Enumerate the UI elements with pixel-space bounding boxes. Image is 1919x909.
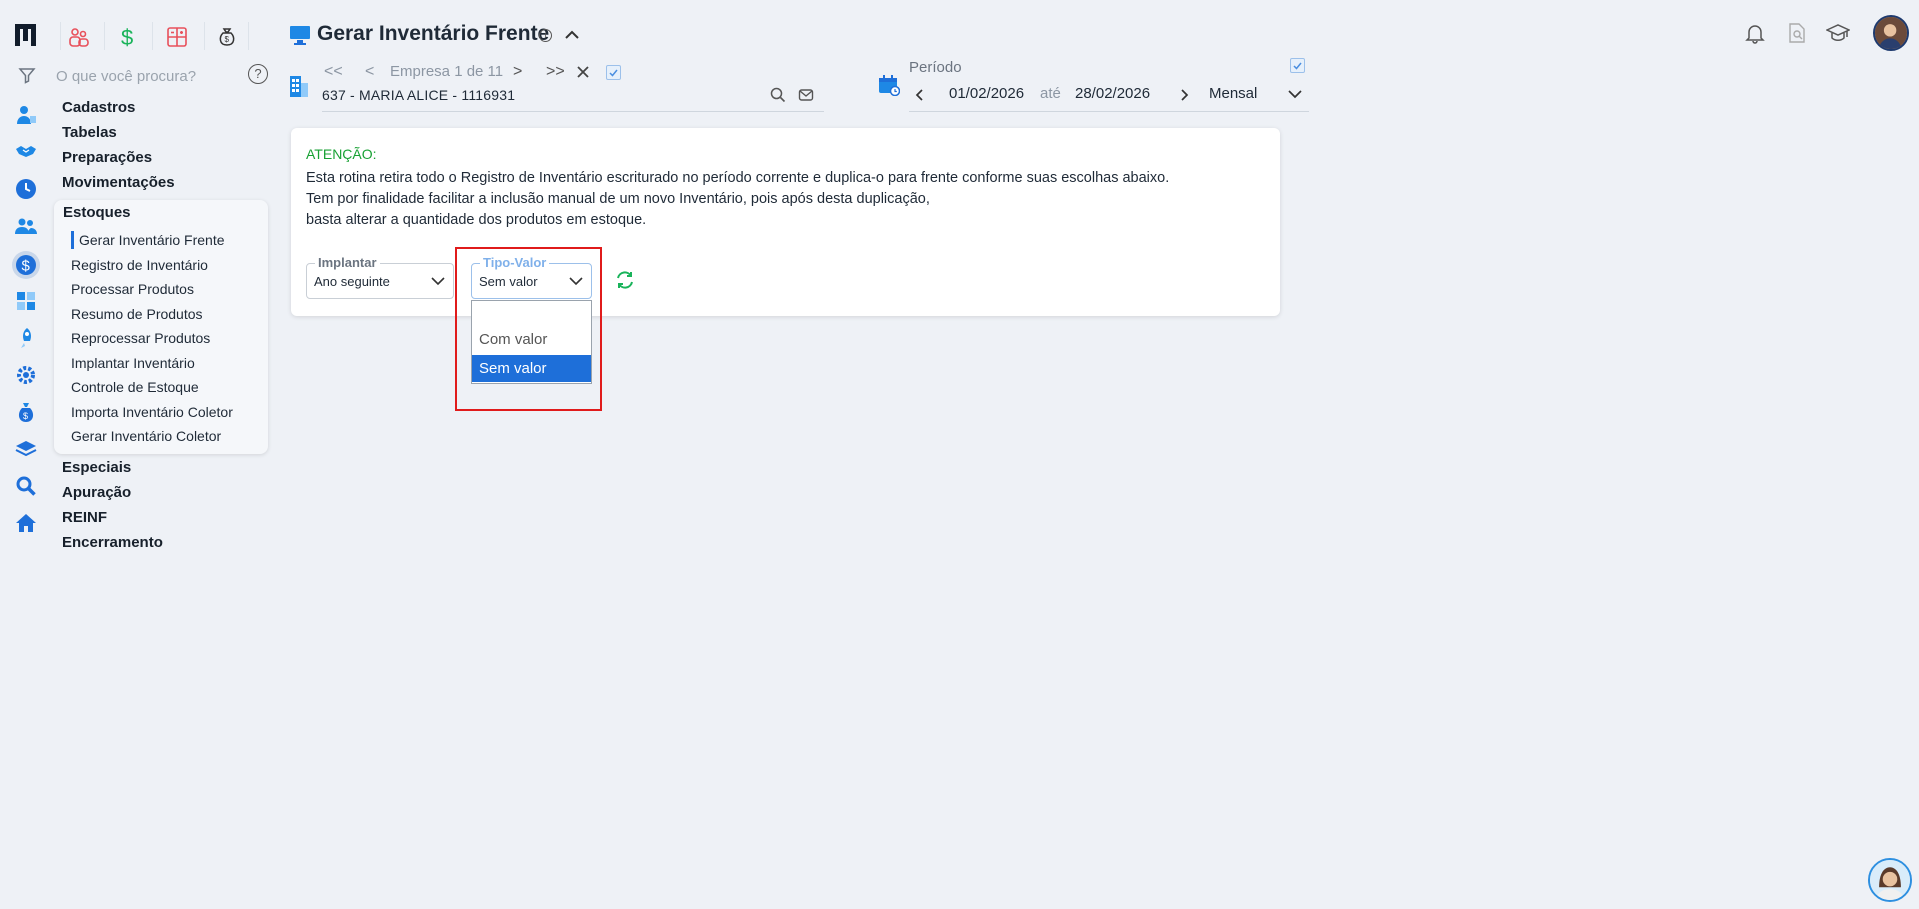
people-group-icon[interactable]: [64, 22, 94, 52]
layers-icon[interactable]: [14, 437, 38, 461]
period-underline: [909, 111, 1309, 112]
building-icon: [288, 74, 310, 98]
user-avatar[interactable]: [1873, 15, 1909, 51]
period-mode-chevron-icon[interactable]: [1287, 86, 1303, 102]
period-checkbox[interactable]: [1290, 58, 1305, 73]
dollar-icon[interactable]: $: [113, 22, 143, 52]
submenu-implantar-inventario[interactable]: Implantar Inventário: [71, 355, 195, 371]
company-name[interactable]: 637 - MARIA ALICE - 1116931: [322, 87, 515, 103]
submenu-importa-inventario-coletor[interactable]: Importa Inventário Coletor: [71, 404, 233, 420]
company-underline: [322, 111, 824, 112]
svg-text:$: $: [121, 25, 133, 49]
search-rail-icon[interactable]: [14, 474, 38, 498]
menu-group-apuracao[interactable]: Apuração: [62, 484, 131, 501]
active-item-indicator: [71, 231, 74, 249]
money-bag-rail-icon[interactable]: $: [14, 400, 38, 424]
search-input[interactable]: [56, 65, 246, 87]
submenu-gerar-inventario-coletor[interactable]: Gerar Inventário Coletor: [71, 428, 221, 444]
calculator-icon[interactable]: [14, 289, 38, 313]
submenu-reprocessar-produtos[interactable]: Reprocessar Produtos: [71, 330, 210, 346]
clear-company-icon[interactable]: [576, 65, 590, 79]
svg-text:$: $: [22, 258, 31, 275]
mail-icon[interactable]: [798, 87, 814, 103]
submenu-resumo-produtos[interactable]: Resumo de Produtos: [71, 306, 203, 322]
bell-icon[interactable]: [1744, 22, 1766, 44]
menu-group-preparacoes[interactable]: Preparações: [62, 149, 152, 166]
collapse-chevron-up-icon[interactable]: [563, 26, 581, 44]
submenu-registro-inventario[interactable]: Registro de Inventário: [71, 257, 208, 273]
company-checkbox[interactable]: [606, 65, 621, 80]
implantar-select[interactable]: Implantar Ano seguinte: [306, 255, 454, 299]
next-company-button[interactable]: >: [513, 63, 522, 81]
period-start-date[interactable]: 01/02/2026: [949, 85, 1024, 102]
last-company-button[interactable]: >>: [546, 63, 565, 81]
help-icon[interactable]: ?: [248, 64, 268, 84]
highlight-annotation-box: [455, 247, 602, 411]
submenu-gerar-inventario-frente[interactable]: Gerar Inventário Frente: [79, 232, 225, 248]
filter-icon[interactable]: [17, 65, 37, 85]
gear-icon[interactable]: [14, 363, 38, 387]
svg-text:$: $: [225, 35, 230, 44]
implantar-value: Ano seguinte: [314, 274, 390, 289]
calendar-icon: [878, 74, 901, 97]
handshake-icon[interactable]: [14, 139, 38, 163]
page-title: Gerar Inventário Frente: [317, 22, 550, 45]
period-prev-button[interactable]: [913, 88, 927, 102]
company-search-icon[interactable]: [770, 87, 786, 103]
menu-group-estoques[interactable]: Estoques: [63, 204, 131, 221]
monitor-icon: [289, 24, 311, 46]
svg-text:$: $: [23, 411, 28, 421]
implantar-chevron-icon: [431, 277, 445, 286]
graduation-cap-icon[interactable]: [1825, 22, 1851, 44]
submenu-processar-produtos[interactable]: Processar Produtos: [71, 281, 194, 297]
first-company-button[interactable]: <<: [324, 63, 343, 81]
menu-group-movimentacoes[interactable]: Movimentações: [62, 174, 175, 191]
menu-group-reinf[interactable]: REINF: [62, 509, 107, 526]
period-label: Período: [909, 59, 962, 76]
menu-group-tabelas[interactable]: Tabelas: [62, 124, 117, 141]
description-line-3: basta alterar a quantidade dos produtos …: [306, 212, 647, 228]
users-icon[interactable]: [14, 214, 38, 238]
submenu-controle-estoque[interactable]: Controle de Estoque: [71, 379, 199, 395]
description-line-1: Esta rotina retira todo o Registro de In…: [306, 170, 1170, 186]
assistant-avatar[interactable]: [1868, 858, 1912, 902]
rocket-icon[interactable]: [14, 326, 38, 350]
app-logo[interactable]: [14, 22, 42, 48]
period-connector: até: [1040, 85, 1061, 102]
menu-group-cadastros[interactable]: Cadastros: [62, 99, 135, 116]
clock-icon[interactable]: [14, 177, 38, 201]
menu-group-encerramento[interactable]: Encerramento: [62, 534, 163, 551]
dollar-circle-icon[interactable]: $: [11, 250, 41, 280]
refresh-icon[interactable]: [614, 269, 636, 291]
money-bag-icon[interactable]: $: [212, 22, 242, 52]
implantar-label: Implantar: [315, 255, 380, 270]
document-search-icon[interactable]: [1786, 22, 1808, 44]
info-icon[interactable]: i: [539, 29, 552, 42]
home-icon[interactable]: [14, 511, 38, 535]
calculator-grid-icon[interactable]: [162, 22, 192, 52]
prev-company-button[interactable]: <: [365, 63, 374, 81]
menu-group-especiais[interactable]: Especiais: [62, 459, 131, 476]
description-line-2: Tem por finalidade facilitar a inclusão …: [306, 191, 930, 207]
attention-label: ATENÇÃO:: [306, 146, 377, 162]
user-register-icon[interactable]: [14, 103, 38, 127]
period-next-button[interactable]: [1177, 88, 1191, 102]
period-mode-select[interactable]: Mensal: [1209, 85, 1257, 102]
company-counter: Empresa 1 de 11: [390, 63, 504, 80]
period-end-date[interactable]: 28/02/2026: [1075, 85, 1150, 102]
